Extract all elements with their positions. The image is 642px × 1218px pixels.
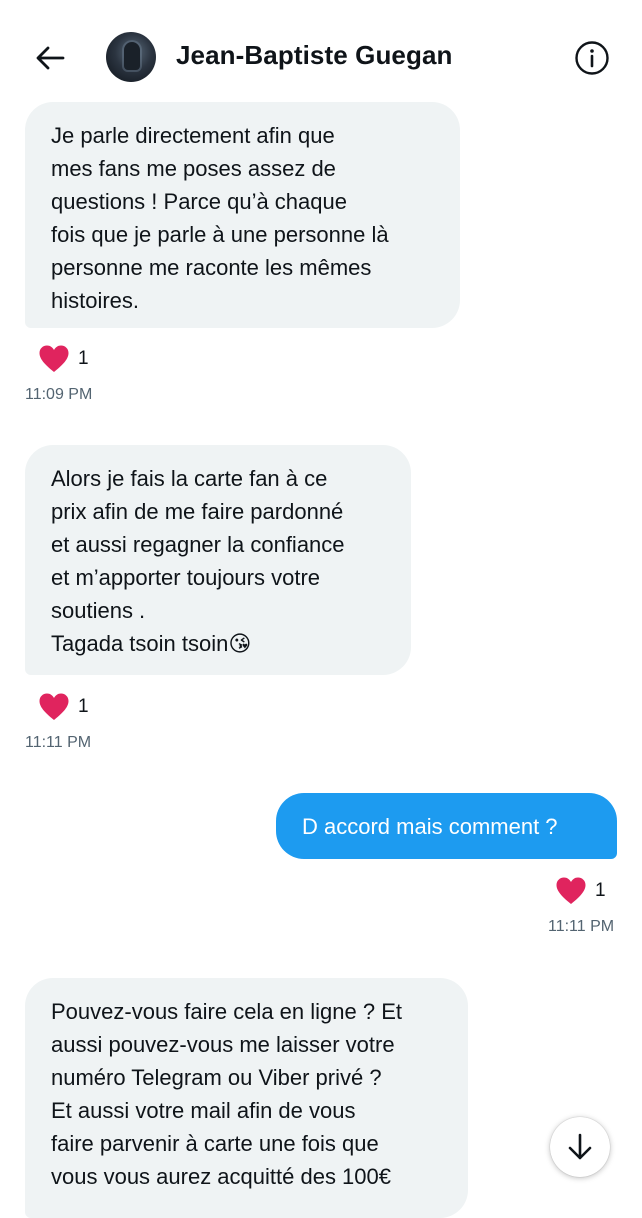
back-button[interactable]	[30, 38, 70, 78]
arrow-down-icon	[568, 1133, 592, 1160]
heart-icon	[39, 693, 69, 720]
info-button[interactable]	[572, 38, 612, 78]
reaction-count: 1	[78, 696, 89, 717]
message-bubble-incoming[interactable]: Pouvez-vous faire cela en ligne ? Et aus…	[25, 978, 468, 1218]
heart-icon	[556, 877, 586, 904]
arrow-left-icon	[36, 46, 65, 70]
reaction-count: 1	[595, 880, 606, 901]
message-bubble-incoming[interactable]: Alors je fais la carte fan à ce prix afi…	[25, 445, 411, 675]
message-timestamp: 11:09 PM	[25, 386, 93, 403]
reaction[interactable]: 1	[38, 344, 89, 374]
reaction[interactable]: 1	[555, 876, 606, 906]
reaction-count: 1	[78, 348, 89, 369]
message-timestamp: 11:11 PM	[25, 734, 92, 751]
conversation-header: Jean-Baptiste Guegan	[0, 0, 642, 112]
reaction[interactable]: 1	[38, 692, 89, 722]
message-bubble-outgoing[interactable]: D accord mais comment ?	[276, 793, 617, 859]
heart-icon	[39, 345, 69, 372]
info-circle-icon	[575, 41, 609, 75]
avatar[interactable]	[106, 32, 156, 82]
scroll-to-bottom-button[interactable]	[550, 1117, 610, 1177]
conversation-title[interactable]: Jean-Baptiste Guegan	[176, 40, 453, 71]
message-timestamp: 11:11 PM	[548, 918, 615, 935]
message-bubble-incoming[interactable]: Je parle directement afin que mes fans m…	[25, 102, 460, 328]
